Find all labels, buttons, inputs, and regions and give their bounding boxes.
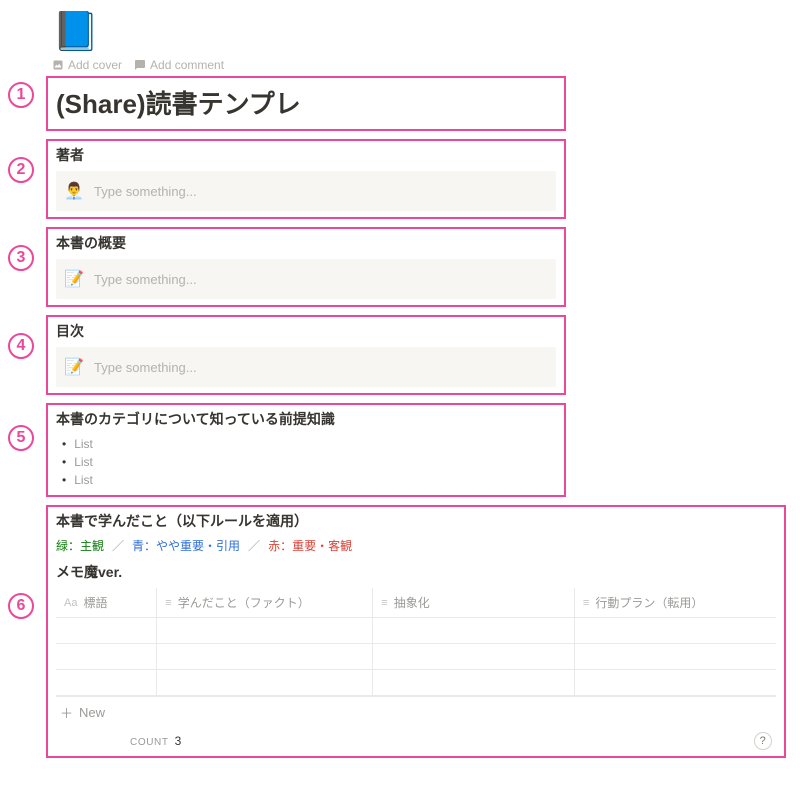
learned-table: Aa標語 ≡学んだこと（ファクト） ≡抽象化 ≡行動プラン（転用）: [56, 588, 776, 696]
memo-icon: 📝: [64, 357, 84, 377]
annotation-5: 5: [8, 425, 34, 451]
learned-section: 本書で学んだこと（以下ルールを適用） 緑：主観 ／ 青：やや重要・引用 ／ 赤：…: [46, 505, 786, 758]
summary-section: 本書の概要 📝 Type something...: [46, 227, 566, 307]
plus-icon: ＋: [60, 703, 73, 722]
author-heading: 著者: [56, 145, 556, 165]
table-footer: COUNT 3 ?: [56, 728, 776, 750]
separator: ／: [248, 537, 260, 554]
memo-icon: 📝: [64, 269, 84, 289]
rule-green: 緑：主観: [56, 537, 104, 554]
annotation-3: 3: [8, 245, 34, 271]
table-row[interactable]: [56, 644, 776, 670]
count-value: 3: [175, 734, 182, 748]
annotation-1: 1: [8, 82, 34, 108]
column-header[interactable]: ≡抽象化: [373, 588, 575, 618]
annotation-2: 2: [8, 157, 34, 183]
summary-callout[interactable]: 📝 Type something...: [56, 259, 556, 299]
person-icon: 👨‍💼: [64, 181, 84, 201]
database-title[interactable]: メモ魔ver.: [56, 562, 776, 582]
new-row-button[interactable]: ＋ New: [56, 696, 776, 728]
toc-placeholder: Type something...: [94, 360, 197, 375]
prior-heading: 本書のカテゴリについて知っている前提知識: [56, 409, 556, 429]
author-section: 著者 👨‍💼 Type something...: [46, 139, 566, 219]
add-comment-label: Add comment: [150, 58, 224, 72]
summary-heading: 本書の概要: [56, 233, 556, 253]
color-rules: 緑：主観 ／ 青：やや重要・引用 ／ 赤：重要・客観: [56, 537, 776, 554]
column-header[interactable]: Aa標語: [56, 588, 157, 618]
list-item[interactable]: List: [62, 453, 556, 471]
count-label: COUNT: [130, 737, 169, 748]
separator: ／: [112, 537, 124, 554]
rule-blue: 青：やや重要・引用: [132, 537, 240, 554]
learned-heading: 本書で学んだこと（以下ルールを適用）: [56, 511, 776, 531]
cover-actions: Add cover Add comment: [52, 58, 786, 72]
text-property-icon: ≡: [165, 597, 171, 609]
column-header[interactable]: ≡行動プラン（転用）: [574, 588, 776, 618]
add-cover-label: Add cover: [68, 58, 122, 72]
author-placeholder: Type something...: [94, 184, 197, 199]
list-item[interactable]: List: [62, 471, 556, 489]
text-property-icon: ≡: [583, 597, 589, 609]
title-box: (Share)読書テンプレ: [46, 76, 566, 131]
author-callout[interactable]: 👨‍💼 Type something...: [56, 171, 556, 211]
toc-heading: 目次: [56, 321, 556, 341]
page-icon[interactable]: 📘: [52, 10, 786, 54]
column-header[interactable]: ≡学んだこと（ファクト）: [157, 588, 373, 618]
comment-icon: [134, 59, 146, 71]
add-cover-button[interactable]: Add cover: [52, 58, 122, 72]
annotation-4: 4: [8, 333, 34, 359]
page-title[interactable]: (Share)読書テンプレ: [56, 82, 556, 123]
rule-red: 赤：重要・客観: [268, 537, 352, 554]
title-property-icon: Aa: [64, 597, 77, 609]
text-property-icon: ≡: [381, 597, 387, 609]
help-button[interactable]: ?: [754, 732, 772, 750]
image-icon: [52, 59, 64, 71]
list-item[interactable]: List: [62, 435, 556, 453]
annotation-6: 6: [8, 593, 34, 619]
add-comment-button[interactable]: Add comment: [134, 58, 224, 72]
prior-knowledge-section: 本書のカテゴリについて知っている前提知識 List List List: [46, 403, 566, 497]
toc-section: 目次 📝 Type something...: [46, 315, 566, 395]
prior-list: List List List: [56, 435, 556, 489]
summary-placeholder: Type something...: [94, 272, 197, 287]
new-row-label: New: [79, 705, 105, 720]
toc-callout[interactable]: 📝 Type something...: [56, 347, 556, 387]
table-header-row: Aa標語 ≡学んだこと（ファクト） ≡抽象化 ≡行動プラン（転用）: [56, 588, 776, 618]
table-row[interactable]: [56, 618, 776, 644]
